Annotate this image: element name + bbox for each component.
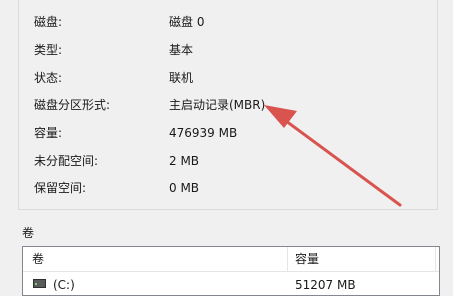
red-arrow-icon <box>264 105 402 207</box>
